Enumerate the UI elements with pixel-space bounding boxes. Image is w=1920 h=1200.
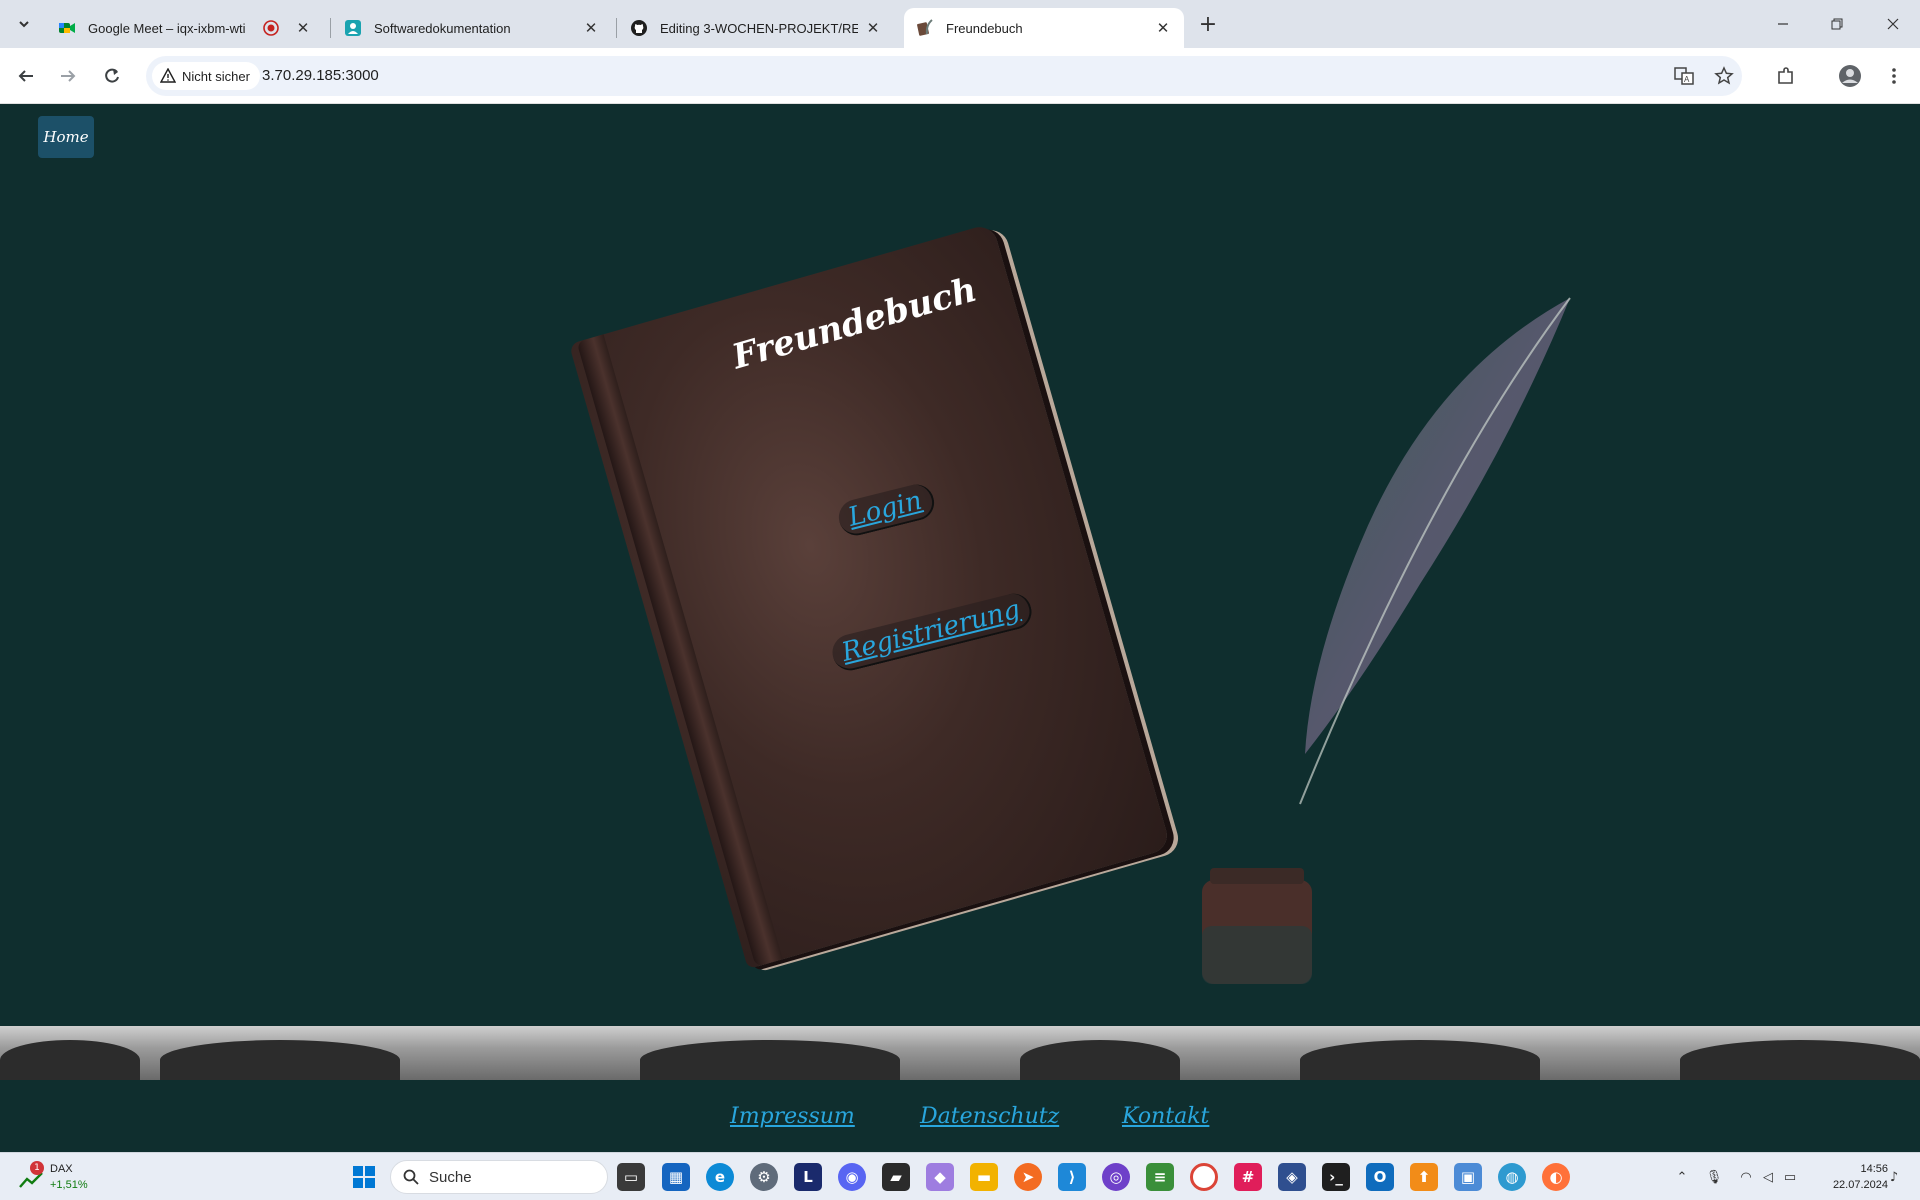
chevron-down-icon bbox=[19, 21, 29, 28]
l-app-icon[interactable]: L bbox=[794, 1163, 822, 1191]
address-bar[interactable]: Nicht sicher 3.70.29.185:3000 A bbox=[146, 56, 1742, 96]
outlook-icon[interactable]: O bbox=[1366, 1163, 1394, 1191]
restore-button[interactable] bbox=[1810, 0, 1864, 48]
photos-icon[interactable]: ▣ bbox=[1454, 1163, 1482, 1191]
datenschutz-link[interactable]: Datenschutz bbox=[920, 1104, 1059, 1129]
recording-icon bbox=[262, 19, 280, 37]
widget-change: +1,51% bbox=[50, 1179, 88, 1191]
volume-icon[interactable]: ◁ bbox=[1758, 1167, 1778, 1187]
windows-start-icon[interactable] bbox=[352, 1165, 376, 1189]
tab-title: Freundebuch bbox=[946, 20, 1023, 36]
notification-bell-icon[interactable]: ♪ bbox=[1884, 1167, 1904, 1187]
tab-separator bbox=[616, 18, 617, 38]
tab-title: Softwaredokumentation bbox=[374, 20, 511, 36]
wifi-icon[interactable]: ◠ bbox=[1736, 1167, 1756, 1187]
hero-illustration: Freundebuch Login Registrierung bbox=[0, 104, 1920, 1152]
google-meet-icon bbox=[58, 19, 76, 37]
slack-icon[interactable]: # bbox=[1234, 1163, 1262, 1191]
search-icon bbox=[403, 1169, 419, 1185]
tab-freundebuch[interactable]: Freundebuch ✕ bbox=[904, 8, 1184, 48]
discord-icon[interactable]: ◉ bbox=[838, 1163, 866, 1191]
globe-app-icon[interactable]: ◍ bbox=[1498, 1163, 1526, 1191]
close-tab-icon[interactable]: ✕ bbox=[1154, 19, 1172, 37]
extensions-puzzle-icon[interactable] bbox=[1770, 60, 1802, 92]
warning-icon bbox=[160, 68, 176, 83]
reload-icon bbox=[105, 68, 119, 83]
settings-gear-icon[interactable]: ⚙ bbox=[750, 1163, 778, 1191]
forward-button[interactable] bbox=[52, 60, 84, 92]
tab-github-editing[interactable]: Editing 3-WOCHEN-PROJEKT/READM ✕ bbox=[618, 8, 894, 48]
arrow-left-icon bbox=[18, 70, 33, 82]
file-explorer-icon[interactable]: ▬ bbox=[970, 1163, 998, 1191]
tab-title: Editing 3-WOCHEN-PROJEKT/READM bbox=[660, 20, 858, 36]
terminal-icon[interactable]: ›_ bbox=[1322, 1163, 1350, 1191]
taskbar: 1 DAX +1,51% Suche ▭ ▦ e ⚙ L ◉ ▰ ◆ ▬ ➤ ⟩… bbox=[0, 1152, 1920, 1200]
quill-feather-icon bbox=[1299, 297, 1571, 805]
restore-icon bbox=[1831, 18, 1843, 30]
github-desktop-icon[interactable]: ◎ bbox=[1102, 1163, 1130, 1191]
back-button[interactable] bbox=[10, 60, 42, 92]
browser-toolbar: Nicht sicher 3.70.29.185:3000 A bbox=[0, 48, 1920, 104]
arrow-right-icon bbox=[61, 70, 76, 82]
close-window-button[interactable] bbox=[1866, 0, 1920, 48]
chevron-up-icon[interactable]: ⌃ bbox=[1672, 1167, 1692, 1187]
new-tab-button[interactable]: + bbox=[1194, 10, 1222, 38]
book-quill-icon bbox=[916, 19, 934, 37]
svg-text:A: A bbox=[1684, 75, 1690, 84]
stack-app-icon[interactable]: ≡ bbox=[1146, 1163, 1174, 1191]
security-indicator[interactable]: Nicht sicher bbox=[152, 62, 260, 90]
minimize-button[interactable] bbox=[1756, 0, 1810, 48]
microsoft-store-icon[interactable]: ▦ bbox=[662, 1163, 690, 1191]
postman-icon[interactable]: ➤ bbox=[1014, 1163, 1042, 1191]
sticky-notes-icon[interactable]: ▰ bbox=[882, 1163, 910, 1191]
security-label: Nicht sicher bbox=[182, 68, 250, 84]
microphone-icon[interactable]: 🎙 bbox=[1704, 1167, 1724, 1187]
browser-tab-bar: Google Meet – iqx-ixbm-wti ✕ Softwaredok… bbox=[0, 0, 1920, 48]
stock-widget[interactable]: 1 DAX +1,51% bbox=[18, 1161, 108, 1195]
github-icon bbox=[630, 19, 648, 37]
menu-kebab-icon[interactable] bbox=[1878, 60, 1910, 92]
git-tool-icon[interactable]: ⬆ bbox=[1410, 1163, 1438, 1191]
trees-decoration-banner bbox=[0, 1026, 1920, 1080]
virtualbox-icon[interactable]: ◈ bbox=[1278, 1163, 1306, 1191]
close-tab-icon[interactable]: ✕ bbox=[864, 19, 882, 37]
close-tab-icon[interactable]: ✕ bbox=[582, 19, 600, 37]
clock-time: 14:56 bbox=[1860, 1163, 1888, 1175]
reload-button[interactable] bbox=[96, 60, 128, 92]
widget-name: DAX bbox=[50, 1163, 73, 1175]
firefox-icon[interactable]: ◐ bbox=[1542, 1163, 1570, 1191]
search-placeholder: Suche bbox=[429, 1168, 472, 1186]
close-icon bbox=[1887, 18, 1899, 30]
bookmark-star-icon[interactable] bbox=[1712, 64, 1736, 88]
snipping-tool-icon[interactable]: ◆ bbox=[926, 1163, 954, 1191]
profile-avatar-icon[interactable] bbox=[1834, 60, 1866, 92]
tab-google-meet[interactable]: Google Meet – iqx-ixbm-wti ✕ bbox=[46, 8, 324, 48]
system-clock[interactable]: 14:56 22.07.2024 bbox=[1810, 1161, 1888, 1193]
translate-icon[interactable]: A bbox=[1672, 64, 1696, 88]
chrome-icon[interactable] bbox=[1190, 1163, 1218, 1191]
notification-badge: 1 bbox=[30, 1161, 44, 1175]
inkwell-icon bbox=[1202, 868, 1312, 984]
url-text: 3.70.29.185:3000 bbox=[262, 67, 379, 84]
tab-search-button[interactable] bbox=[10, 10, 38, 38]
web-page: Home Freundebuch Login Registrierung Imp… bbox=[0, 104, 1920, 1152]
edge-browser-icon[interactable]: e bbox=[706, 1163, 734, 1191]
tab-separator bbox=[330, 18, 331, 38]
impressum-link[interactable]: Impressum bbox=[730, 1104, 855, 1129]
close-tab-icon[interactable]: ✕ bbox=[294, 19, 312, 37]
minimize-icon bbox=[1778, 23, 1788, 25]
tab-softwaredokumentation[interactable]: Softwaredokumentation ✕ bbox=[332, 8, 612, 48]
clock-date: 22.07.2024 bbox=[1832, 1179, 1888, 1191]
taskbar-search[interactable]: Suche bbox=[390, 1160, 608, 1194]
kontakt-link[interactable]: Kontakt bbox=[1122, 1104, 1209, 1129]
document-person-icon bbox=[344, 19, 362, 37]
task-view-icon[interactable]: ▭ bbox=[617, 1163, 645, 1191]
vscode-icon[interactable]: ⟩ bbox=[1058, 1163, 1086, 1191]
tab-title: Google Meet – iqx-ixbm-wti bbox=[88, 20, 246, 36]
battery-icon[interactable]: ▭ bbox=[1780, 1167, 1800, 1187]
